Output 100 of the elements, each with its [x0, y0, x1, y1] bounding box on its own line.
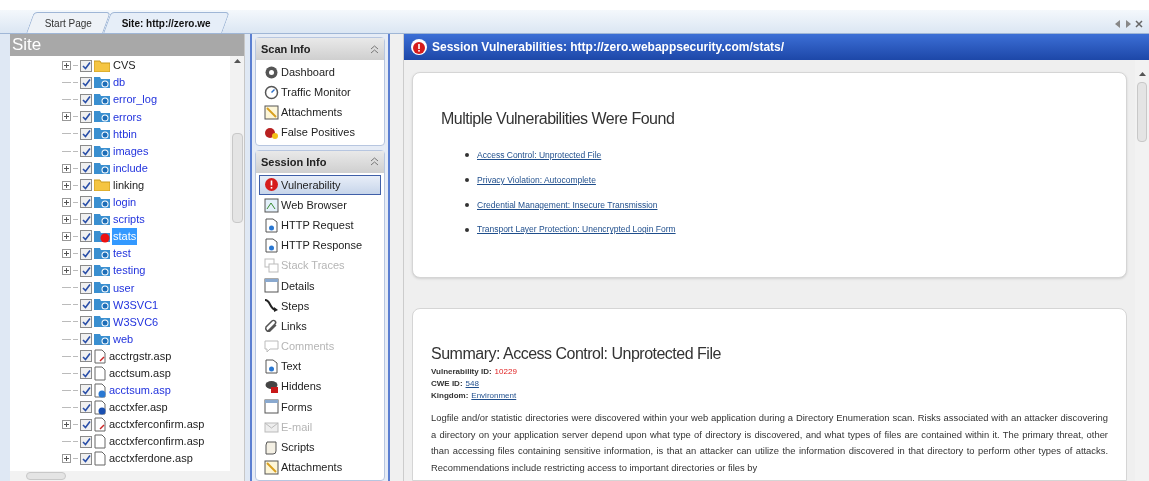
tree-item[interactable]: web — [112, 330, 135, 348]
checkbox[interactable] — [80, 333, 92, 346]
checkbox[interactable] — [80, 435, 92, 448]
nav-item[interactable]: Traffic Monitor — [259, 82, 381, 103]
close-icon[interactable] — [1135, 20, 1143, 28]
expand-icon[interactable] — [62, 163, 71, 173]
scroll-up-icon[interactable] — [1138, 72, 1146, 76]
checkbox[interactable] — [80, 452, 92, 465]
nav-item[interactable]: Dashboard — [259, 62, 381, 83]
vulnerability-link[interactable]: Transport Layer Protection: Unencrypted Login Form — [477, 223, 676, 236]
tree-item[interactable]: W3SVC1 — [112, 296, 160, 314]
checkbox[interactable] — [80, 162, 92, 175]
expand-icon[interactable] — [62, 112, 71, 122]
field-link[interactable]: Environment — [471, 390, 517, 402]
nav-item[interactable]: Attachments — [259, 457, 381, 478]
checkbox[interactable] — [80, 247, 92, 260]
nav-item[interactable]: Scripts — [259, 437, 381, 458]
checkbox[interactable] — [80, 264, 92, 277]
checkbox[interactable] — [80, 350, 92, 363]
alert-icon — [410, 38, 428, 56]
tree-item[interactable]: acctsum.asp — [108, 365, 172, 382]
collapse-icon[interactable] — [370, 44, 379, 54]
section-header[interactable]: Scan Info — [256, 38, 384, 60]
checkbox[interactable] — [80, 59, 92, 72]
scrollbar-thumb[interactable] — [26, 472, 66, 480]
expand-icon[interactable] — [62, 180, 71, 190]
checkbox[interactable] — [80, 418, 92, 431]
nav-item[interactable]: Web Browser — [259, 194, 381, 216]
tree-item[interactable]: user — [112, 279, 136, 296]
tree-item[interactable]: CVS — [112, 57, 137, 74]
tree-item[interactable]: acctxferconfirm.asp — [108, 433, 206, 450]
tree-item[interactable]: linking — [112, 176, 146, 194]
tree-item[interactable]: test — [112, 245, 132, 262]
nav-item[interactable]: Text — [259, 356, 381, 377]
nav-item[interactable]: Forms — [259, 396, 381, 417]
nav-item[interactable]: Vulnerability — [259, 174, 381, 195]
field-link[interactable]: 548 — [465, 378, 479, 390]
scrollbar-thumb[interactable] — [1137, 82, 1147, 142]
checkbox[interactable] — [80, 76, 92, 89]
tree-item[interactable]: login — [112, 194, 138, 211]
scroll-up-icon[interactable] — [233, 59, 241, 63]
checkbox[interactable] — [80, 196, 92, 209]
tree-item[interactable]: db — [112, 74, 127, 91]
nav-item[interactable]: False Positives — [259, 122, 381, 143]
nav-item[interactable]: Attachments — [259, 102, 381, 123]
description-text: Logfile and/or statistic directories were discovered within your web application during a Directory Enumeration scan. Risks associated with an attacker discovering a directory on your application server depend upon what type of directory is discovered, and what types of files are contained within it. The primary threat, other than accessing files containing sensitive information, is that an attacker can utilize the information discovered in that directory to perform other types of attacks. Recommendations include restricting access to important directories or files by — [431, 411, 1108, 475]
checkbox[interactable] — [80, 298, 92, 311]
vulnerability-link[interactable]: Privacy Violation: Autocomplete — [477, 173, 596, 187]
scroll-left-icon[interactable] — [1115, 20, 1121, 28]
file-icon — [94, 451, 106, 467]
nav-item[interactable]: HTTP Response — [259, 235, 381, 256]
nav-item[interactable]: Details — [259, 275, 381, 296]
horizontal-scrollbar[interactable] — [10, 471, 244, 481]
expand-icon[interactable] — [62, 420, 71, 429]
checkbox[interactable] — [80, 179, 92, 192]
checkbox[interactable] — [80, 367, 92, 380]
document-icon — [264, 217, 279, 233]
tree-item[interactable]: include — [112, 159, 149, 177]
checkbox[interactable] — [80, 401, 92, 414]
tree-item[interactable]: acctxferconfirm.asp — [108, 416, 206, 433]
checkbox[interactable] — [80, 127, 92, 140]
tree-item[interactable]: W3SVC6 — [112, 313, 160, 331]
expand-icon[interactable] — [62, 214, 71, 224]
checkbox[interactable] — [80, 213, 92, 226]
tree-item[interactable]: htbin — [112, 125, 138, 143]
tree-item[interactable]: scripts — [112, 211, 146, 228]
expand-icon[interactable] — [62, 454, 71, 464]
tree-item[interactable]: errors — [112, 108, 143, 126]
curved-arrow-icon — [264, 298, 279, 314]
scrollbar-thumb[interactable] — [231, 133, 243, 223]
checkbox[interactable] — [80, 281, 92, 294]
expand-icon[interactable] — [62, 266, 71, 276]
section-header[interactable]: Session Info — [256, 150, 384, 173]
tree-item[interactable]: error_log — [112, 91, 159, 108]
checkbox[interactable] — [80, 145, 92, 157]
checkbox[interactable] — [80, 315, 92, 328]
checkbox[interactable] — [80, 93, 92, 106]
checkbox[interactable] — [80, 384, 92, 397]
tree-item[interactable]: testing — [112, 262, 147, 279]
vulnerability-link[interactable]: Credential Management: Insecure Transmission — [477, 198, 658, 212]
nav-item[interactable]: HTTP Request — [259, 215, 381, 236]
tree-item[interactable]: acctxferdone.asp — [108, 450, 194, 467]
expand-icon[interactable] — [62, 249, 71, 259]
collapse-icon[interactable] — [370, 157, 379, 167]
expand-icon[interactable] — [62, 232, 71, 241]
tree-item[interactable]: acctsum.asp — [108, 382, 172, 399]
nav-item[interactable]: Links — [259, 316, 381, 337]
checkbox[interactable] — [80, 110, 92, 123]
expand-icon[interactable] — [62, 197, 71, 207]
vulnerability-link[interactable]: Access Control: Unprotected File — [477, 149, 602, 162]
nav-item[interactable]: Hiddens — [259, 376, 381, 397]
vertical-scrollbar[interactable] — [230, 56, 244, 471]
nav-item[interactable]: Steps — [259, 295, 381, 317]
scroll-right-icon[interactable] — [1125, 20, 1131, 28]
checkbox[interactable] — [80, 230, 92, 243]
tab[interactable]: Site: http://zero.we — [103, 12, 230, 33]
tree-item[interactable]: acctrgstr.asp — [108, 347, 173, 365]
tree-item[interactable]: images — [112, 142, 150, 160]
expand-icon[interactable] — [62, 61, 71, 71]
tree-item[interactable]: acctxfer.asp — [108, 399, 169, 416]
